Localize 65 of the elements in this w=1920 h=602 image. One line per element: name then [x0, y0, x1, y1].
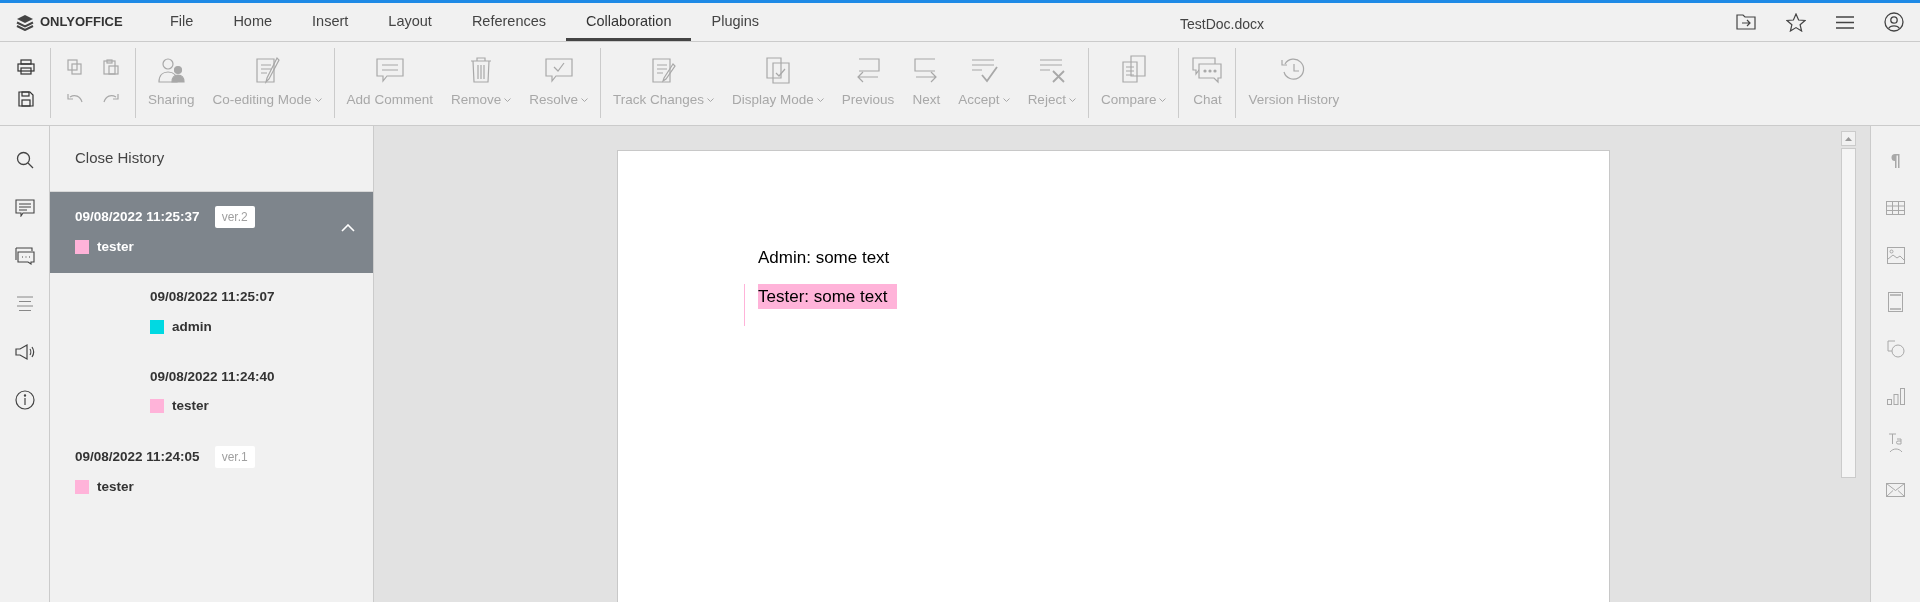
version-item[interactable]: 09/08/2022 11:25:37 ver.2 tester — [50, 192, 373, 274]
folder-icon[interactable] — [1736, 14, 1756, 30]
user-icon[interactable] — [1884, 12, 1904, 32]
undo-icon — [66, 93, 84, 105]
chart-icon — [1886, 387, 1905, 405]
version-badge: ver.2 — [214, 206, 255, 228]
triangle-up-icon — [1845, 136, 1852, 141]
change-date: 09/08/2022 11:25:07 — [150, 288, 276, 307]
megaphone-icon — [14, 343, 35, 361]
scroll-thumb[interactable] — [1841, 148, 1856, 478]
version-badge: ver.1 — [214, 446, 255, 469]
paragraph-icon — [1889, 153, 1902, 169]
version-date: 09/08/2022 11:25:37 — [75, 207, 200, 226]
menu-tab[interactable]: References — [451, 3, 567, 41]
logo-icon — [16, 13, 34, 31]
change-item[interactable]: 09/08/2022 11:24:40 tester — [50, 352, 373, 433]
text-art-icon — [1886, 433, 1905, 453]
chat-icon — [14, 247, 35, 265]
document-text: Admin: some text — [758, 247, 891, 269]
cross-lines-icon — [1037, 56, 1066, 84]
version-date: 09/08/2022 11:24:05 — [75, 448, 200, 467]
user-name: admin — [172, 317, 212, 336]
menu-tab[interactable]: Plugins — [691, 3, 780, 41]
comment-check-icon — [543, 56, 574, 84]
align-center-icon — [15, 296, 34, 312]
documents-icon — [1119, 54, 1148, 84]
redo-icon — [102, 93, 120, 105]
people-icon — [157, 56, 186, 84]
copy-icon — [67, 59, 83, 75]
menu-tab[interactable]: Collaboration — [566, 3, 692, 41]
chevron-icon[interactable] — [341, 224, 355, 232]
documents-check-icon — [763, 56, 792, 84]
menu-tab[interactable]: Home — [213, 3, 293, 41]
user-name: tester — [172, 397, 209, 415]
menu-tab[interactable]: Layout — [368, 3, 452, 41]
save-icon — [18, 91, 34, 107]
page-icon — [1888, 292, 1903, 312]
version-item[interactable]: 09/08/2022 11:24:05 ver.1 tester — [50, 432, 373, 514]
table-icon — [1886, 201, 1905, 215]
check-lines-icon — [970, 56, 998, 84]
menu-icon[interactable] — [1836, 15, 1854, 29]
document-pen-icon — [649, 56, 678, 84]
menu-tab[interactable]: Insert — [292, 3, 369, 41]
search-icon — [15, 151, 34, 169]
app-logo: ONLYOFFICE — [40, 13, 123, 32]
image-icon — [1886, 246, 1905, 264]
document-title: TestDoc.docx — [1180, 15, 1265, 34]
paste-icon — [103, 59, 119, 75]
user-name: tester — [97, 238, 134, 256]
user-name: tester — [97, 478, 134, 497]
scroll-up-button[interactable] — [1841, 131, 1856, 146]
menu-tab[interactable]: File — [150, 3, 214, 41]
trash-icon — [469, 56, 494, 84]
print-icon — [17, 59, 35, 75]
comment-icon — [374, 56, 405, 84]
change-item[interactable]: 09/08/2022 11:25:07 admin — [50, 273, 373, 353]
shapes-icon — [1886, 340, 1905, 358]
comment-icon — [14, 199, 35, 217]
document-text: Tester: some text — [758, 283, 898, 309]
chat-icon — [1191, 56, 1224, 84]
star-icon[interactable] — [1786, 12, 1806, 32]
envelope-icon — [1886, 483, 1905, 497]
change-date: 09/08/2022 11:24:40 — [150, 367, 276, 386]
document-pen-icon — [253, 56, 282, 84]
info-icon — [14, 390, 35, 410]
